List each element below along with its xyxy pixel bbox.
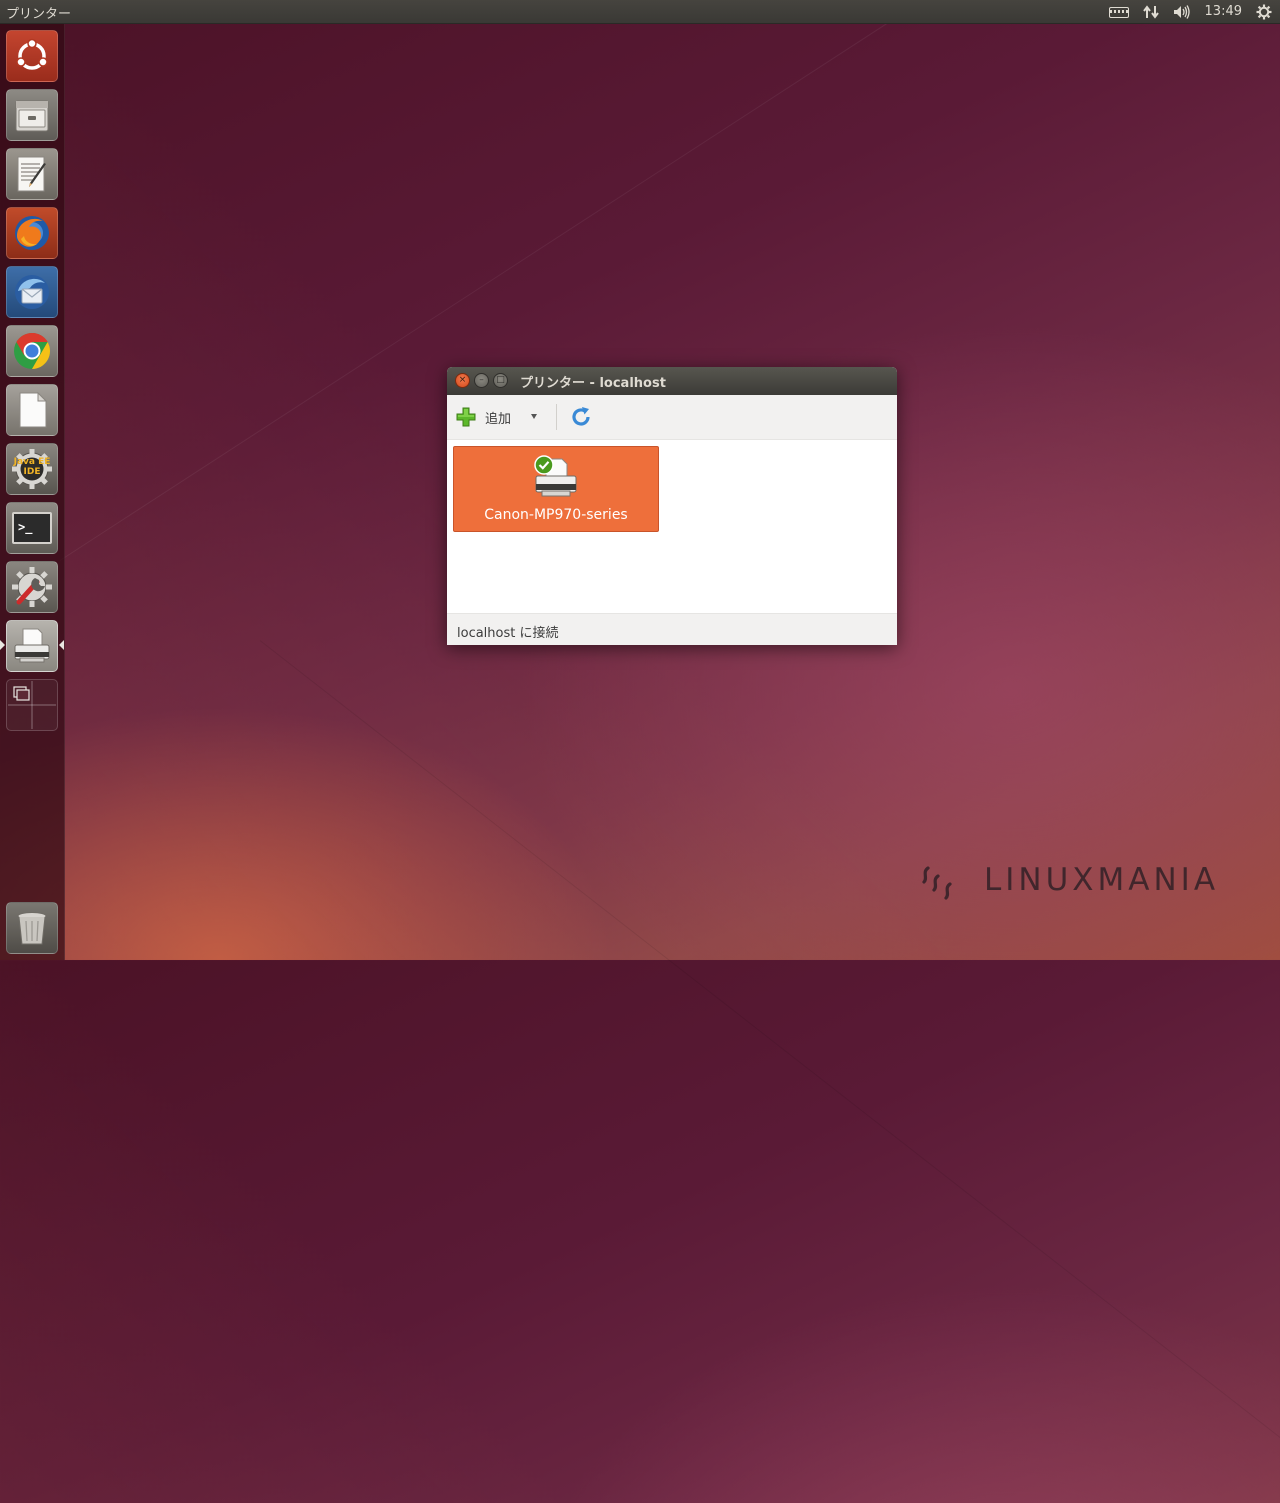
keyboard-icon[interactable]: [1108, 6, 1129, 18]
launcher-item-chrome[interactable]: [6, 325, 58, 377]
window-toolbar: 追加: [447, 395, 897, 440]
launcher-item-files[interactable]: [6, 89, 58, 141]
window-statusbar: localhost に接続: [447, 613, 897, 645]
printers-window: × – □ プリンター - localhost 追加 Canon-MP970-s…: [447, 367, 897, 645]
document-icon: [19, 391, 48, 428]
text-editor-icon: [17, 156, 46, 192]
minimize-icon: –: [479, 375, 484, 385]
trash-icon: [17, 912, 47, 945]
launcher-item-thunderbird[interactable]: [6, 266, 58, 318]
printer-icon: [14, 628, 50, 663]
chrome-icon: [14, 333, 51, 369]
linuxmania-watermark: LINUXMANIA: [918, 858, 1238, 906]
top-panel: プリンター 13:49: [0, 0, 1280, 24]
window-title: プリンター - localhost: [520, 376, 666, 391]
launcher-item-terminal[interactable]: >_: [6, 502, 58, 554]
green-plus-icon: [456, 407, 476, 427]
window-titlebar[interactable]: × – □ プリンター - localhost: [447, 367, 897, 395]
printer-name: Canon-MP970-series: [484, 507, 628, 523]
add-dropdown-arrow[interactable]: [531, 414, 537, 419]
thunderbird-icon: [15, 275, 49, 309]
toolbar-separator: [556, 404, 557, 430]
default-check-icon: [534, 455, 554, 475]
java-ee-ide-label: Java EE IDE: [13, 457, 51, 477]
printer-list[interactable]: Canon-MP970-series: [447, 440, 897, 613]
file-cabinet-icon: [15, 100, 49, 132]
refresh-icon: [572, 407, 590, 426]
launcher-item-ubuntu-dash[interactable]: [6, 30, 58, 82]
ubuntu-logo-icon: [16, 38, 48, 70]
launcher-item-java-ee-ide[interactable]: Java EE IDE: [6, 443, 58, 495]
network-icon[interactable]: [1142, 4, 1159, 20]
window-minimize-button[interactable]: –: [474, 373, 489, 388]
wallpaper-streak: [259, 640, 1280, 1503]
launcher-item-workspace-switcher[interactable]: [6, 679, 58, 731]
launcher-running-indicator: [0, 640, 5, 650]
launcher-item-trash[interactable]: [6, 902, 58, 954]
launcher-focused-indicator: [59, 640, 64, 650]
clock[interactable]: 13:49: [1205, 0, 1242, 24]
close-icon: ×: [458, 375, 467, 385]
launcher-item-system-tools[interactable]: [6, 561, 58, 613]
launcher: Java EE IDE >_: [0, 24, 65, 960]
refresh-button[interactable]: [569, 405, 593, 429]
launcher-item-printers[interactable]: [6, 620, 58, 672]
launcher-item-libreoffice[interactable]: [6, 384, 58, 436]
active-app-title: プリンター: [6, 7, 72, 22]
window-maximize-button[interactable]: □: [493, 373, 508, 388]
connection-status: localhost に接続: [457, 626, 559, 641]
printer-item-canon-mp970[interactable]: Canon-MP970-series: [453, 446, 659, 532]
maximize-icon: □: [496, 375, 505, 385]
volume-icon[interactable]: [1173, 4, 1191, 20]
add-printer-label: 追加: [485, 411, 512, 427]
linuxmania-logo-icon: [922, 866, 952, 900]
launcher-item-text-editor[interactable]: [6, 148, 58, 200]
wrench-screwdriver-icon: [12, 567, 52, 607]
window-close-button[interactable]: ×: [455, 373, 470, 388]
launcher-item-firefox[interactable]: [6, 207, 58, 259]
add-printer-button[interactable]: 追加: [455, 405, 511, 429]
firefox-icon: [15, 216, 49, 250]
indicator-area: 13:49: [1108, 0, 1272, 24]
terminal-icon: >_: [12, 512, 52, 544]
watermark-text: LINUXMANIA: [984, 862, 1220, 898]
workspace-switcher-icon: [8, 681, 56, 729]
settings-gear-icon[interactable]: [1256, 4, 1272, 20]
